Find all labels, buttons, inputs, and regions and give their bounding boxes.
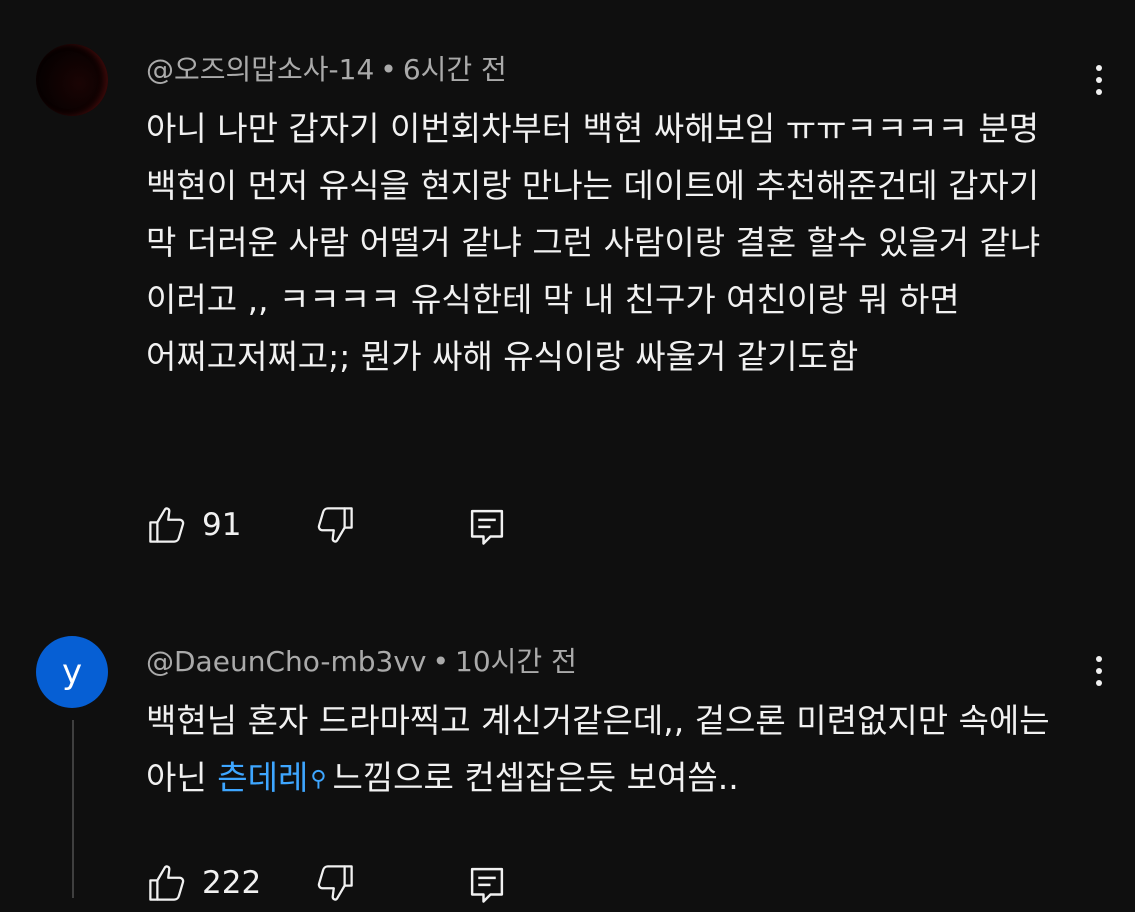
search-icon: ⚲: [310, 767, 327, 792]
thread-line: [72, 720, 74, 898]
search-link-label: 츤데레: [217, 758, 309, 797]
meta-separator: •: [432, 645, 450, 678]
reply-comment-icon: [470, 867, 504, 903]
like-count: 222: [202, 865, 262, 901]
comment-2: y @DaeunCho-mb3vv • 10시간 전 백현님 혼자 드라마찍고 계신…: [0, 0, 1135, 903]
author-handle[interactable]: @DaeunCho-mb3vv: [146, 645, 427, 678]
reply-button[interactable]: [466, 862, 508, 906]
comment-meta: @DaeunCho-mb3vv • 10시간 전: [146, 640, 577, 680]
more-vert-icon-dot: [1096, 668, 1102, 674]
comment-text-part: 느낌으로 컨셉잡은듯 보여씀..: [332, 758, 739, 797]
author-avatar[interactable]: y: [36, 636, 108, 708]
comment-time[interactable]: 10시간 전: [455, 645, 577, 678]
avatar-letter: y: [61, 652, 83, 692]
more-vert-icon-dot: [1096, 680, 1102, 686]
comment-text: 백현님 혼자 드라마찍고 계신거같은데,, 겉으론 미련없지만 속에는 아닌 츤…: [146, 692, 1076, 806]
more-vert-icon: [1096, 656, 1102, 662]
search-link[interactable]: 츤데레⚲: [217, 758, 332, 797]
more-options-button[interactable]: [1088, 649, 1110, 693]
